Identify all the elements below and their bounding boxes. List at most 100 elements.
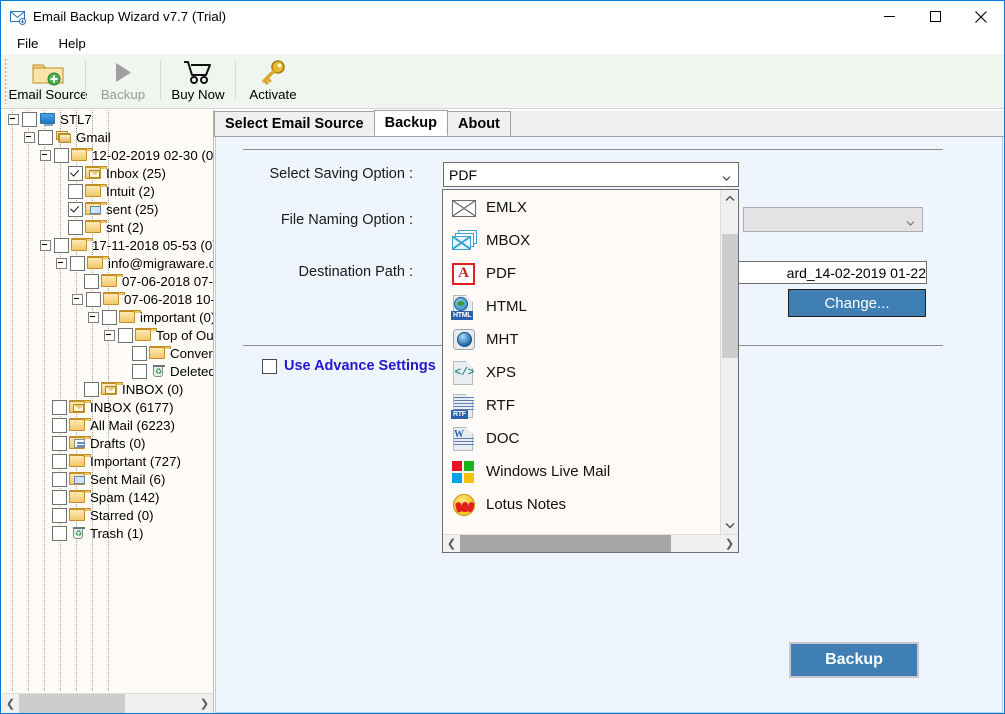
dropdown-option[interactable]: Lotus Notes [444, 488, 718, 521]
tree-item[interactable]: INBOX (6177) [2, 398, 213, 416]
tree-item[interactable]: 12-02-2019 02-30 (0) [2, 146, 213, 164]
collapse-toggle-icon[interactable] [8, 113, 19, 125]
tree-item-checkbox[interactable] [52, 417, 67, 433]
advance-settings-row[interactable]: Use Advance Settings [262, 358, 436, 374]
tree-item-checkbox[interactable] [52, 399, 67, 415]
folder-tree[interactable]: STL7 Gmail 12-02-2019 02-30 (0) Inbox (25) I… [2, 110, 213, 692]
tree-item-checkbox[interactable] [84, 381, 99, 397]
dropdown-option[interactable]: Windows Live Mail [444, 455, 718, 488]
tree-item[interactable]: Gmail [2, 128, 213, 146]
scroll-left-icon[interactable]: ❮ [443, 535, 460, 552]
toolbar-email-source-button[interactable]: Email Source [8, 54, 88, 106]
dropdown-scroll-thumb[interactable] [722, 234, 738, 358]
tree-item[interactable]: All Mail (6223) [2, 416, 213, 434]
tree-item[interactable]: important (0) [2, 308, 213, 326]
tree-item[interactable]: 07-06-2018 07-53 [2, 272, 213, 290]
tree-item-checkbox[interactable] [118, 327, 133, 343]
dropdown-option[interactable]: A PDF [444, 257, 718, 290]
collapse-toggle-icon[interactable] [56, 257, 67, 269]
tree-item[interactable]: Trash (1) [2, 524, 213, 542]
tree-item[interactable]: info@migraware.co [2, 254, 213, 272]
tree-item[interactable]: 07-06-2018 10-58 [2, 290, 213, 308]
tree-item-checkbox[interactable] [54, 147, 69, 163]
minimize-button[interactable] [866, 1, 912, 32]
tree-item[interactable]: snt (2) [2, 218, 213, 236]
dropdown-option[interactable]: EMLX [444, 191, 718, 224]
tree-item[interactable]: Sent Mail (6) [2, 470, 213, 488]
collapse-toggle-icon[interactable] [104, 329, 115, 341]
tree-item-checkbox[interactable] [22, 111, 37, 127]
dropdown-hscroll-track[interactable] [460, 535, 721, 552]
dropdown-option[interactable]: HTML HTML [444, 290, 718, 323]
change-path-button[interactable]: Change... [788, 289, 926, 317]
tree-scroll-track[interactable] [19, 694, 196, 713]
toolbar-activate-button[interactable]: Activate [236, 54, 310, 106]
tree-item-checkbox[interactable] [132, 345, 147, 361]
tree-item-checkbox[interactable] [52, 471, 67, 487]
dropdown-horizontal-scrollbar[interactable]: ❮ ❯ [443, 534, 738, 552]
tree-item-checkbox[interactable] [38, 129, 53, 145]
tab-select-email-source[interactable]: Select Email Source [214, 111, 375, 136]
scroll-right-icon[interactable]: ❯ [196, 694, 213, 713]
dropdown-option[interactable]: MHT [444, 323, 718, 356]
menu-file[interactable]: File [7, 34, 48, 53]
tree-item[interactable]: STL7 [2, 110, 213, 128]
tree-item[interactable]: Drafts (0) [2, 434, 213, 452]
tree-item-checkbox[interactable] [54, 237, 69, 253]
saving-option-combo[interactable]: PDF [443, 162, 739, 187]
scroll-left-icon[interactable]: ❮ [2, 694, 19, 713]
tree-item[interactable]: INBOX (0) [2, 380, 213, 398]
collapse-toggle-icon[interactable] [40, 239, 51, 251]
tree-item-checkbox[interactable] [132, 363, 147, 379]
tree-horizontal-scrollbar[interactable]: ❮ ❯ [2, 693, 213, 713]
tree-item-checkbox[interactable] [68, 201, 83, 217]
scroll-right-icon[interactable]: ❯ [721, 535, 738, 552]
tree-scroll-thumb[interactable] [19, 694, 125, 713]
tree-item-checkbox[interactable] [84, 273, 99, 289]
advance-settings-checkbox[interactable] [262, 358, 277, 374]
tree-item[interactable]: Important (727) [2, 452, 213, 470]
tree-item-checkbox[interactable] [52, 507, 67, 523]
collapse-toggle-icon[interactable] [72, 293, 83, 305]
tree-item[interactable]: Starred (0) [2, 506, 213, 524]
tree-item[interactable]: Inbox (25) [2, 164, 213, 182]
menu-help[interactable]: Help [48, 34, 95, 53]
dropdown-option[interactable]: W DOC [444, 422, 718, 455]
dropdown-option[interactable]: RTF RTF [444, 389, 718, 422]
tree-item-checkbox[interactable] [102, 309, 117, 325]
close-button[interactable] [958, 1, 1004, 32]
tree-item-checkbox[interactable] [68, 183, 83, 199]
tree-item-checkbox[interactable] [68, 219, 83, 235]
tree-item[interactable]: sent (25) [2, 200, 213, 218]
tree-item[interactable]: Deleted [2, 362, 213, 380]
dropdown-option[interactable]: </> XPS [444, 356, 718, 389]
tree-item[interactable]: Intuit (2) [2, 182, 213, 200]
tree-item[interactable]: Convers [2, 344, 213, 362]
tab-backup[interactable]: Backup [373, 110, 449, 136]
toolbar-backup-button[interactable]: Backup [86, 54, 160, 106]
saving-option-dropdown[interactable]: EMLX MBOX A PDF HTML HTML MHT </> XPS RTF RTF W DOC W… [442, 189, 739, 553]
tab-about[interactable]: About [447, 111, 511, 136]
tree-item[interactable]: Spam (142) [2, 488, 213, 506]
tree-item-checkbox[interactable] [86, 291, 101, 307]
tree-item-checkbox[interactable] [52, 453, 67, 469]
collapse-toggle-icon[interactable] [24, 131, 35, 143]
toolbar-grip[interactable] [4, 58, 8, 104]
tree-item-checkbox[interactable] [52, 489, 67, 505]
dropdown-vertical-scrollbar[interactable] [720, 190, 738, 552]
collapse-toggle-icon[interactable] [40, 149, 51, 161]
toolbar-buy-now-button[interactable]: Buy Now [161, 54, 235, 106]
maximize-button[interactable] [912, 1, 958, 32]
dropdown-hscroll-thumb[interactable] [460, 535, 671, 552]
tree-item[interactable]: 17-11-2018 05-53 (0) [2, 236, 213, 254]
dropdown-option[interactable]: MBOX [444, 224, 718, 257]
tree-item-checkbox[interactable] [52, 525, 67, 541]
file-naming-combo[interactable] [743, 207, 923, 232]
scroll-up-icon[interactable] [721, 190, 738, 207]
tree-item-checkbox[interactable] [52, 435, 67, 451]
tree-item[interactable]: Top of Outl [2, 326, 213, 344]
tree-item-checkbox[interactable] [70, 255, 85, 271]
collapse-toggle-icon[interactable] [88, 311, 99, 323]
saving-option-list[interactable]: EMLX MBOX A PDF HTML HTML MHT </> XPS RTF RTF W DOC W… [444, 191, 718, 534]
backup-button[interactable]: Backup [789, 642, 919, 678]
